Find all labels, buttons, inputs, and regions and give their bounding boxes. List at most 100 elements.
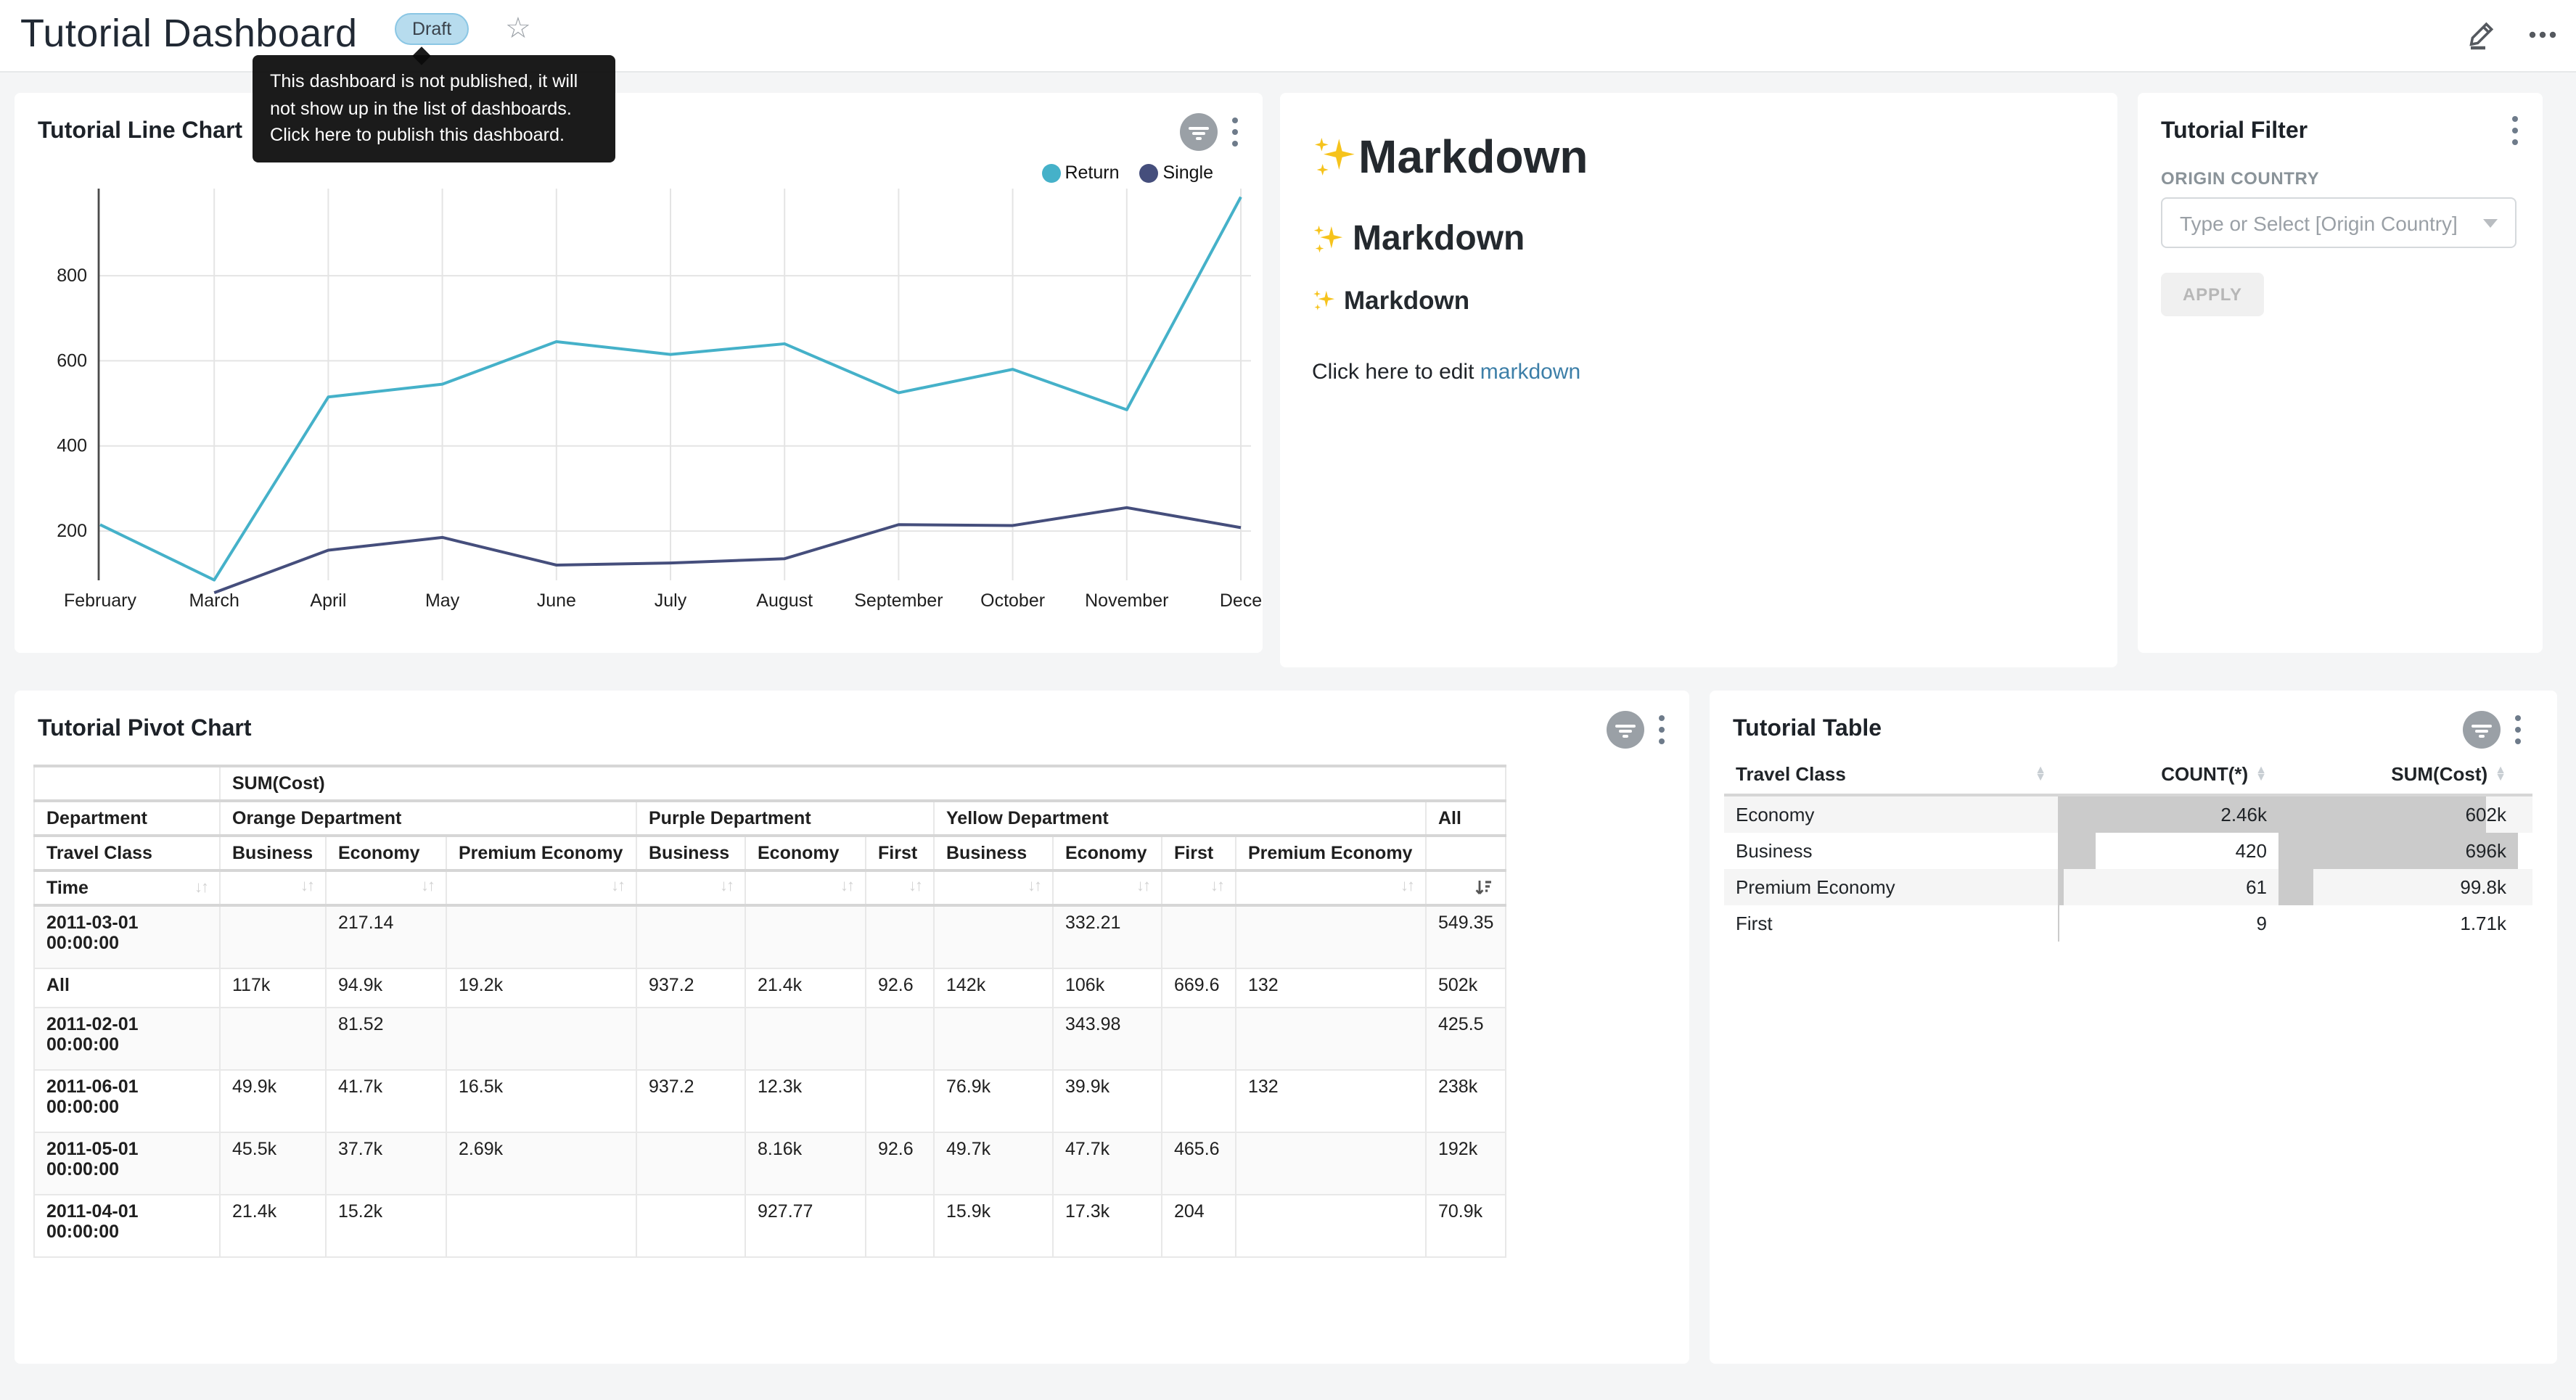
table-header-sum-cost[interactable]: SUM(Cost)▲▼ [2278, 756, 2518, 794]
pivot-value-cell: 502k [1426, 968, 1506, 1007]
pivot-value-cell [866, 905, 934, 968]
legend-label: Return [1065, 162, 1119, 183]
pivot-sort-header[interactable] [1426, 870, 1506, 905]
apply-button[interactable]: APPLY [2161, 273, 2264, 316]
panel-markdown: Markdown Markdown Markdown [1280, 93, 2117, 667]
pivot-value-cell: 937.2 [636, 1069, 745, 1132]
pivot-value-cell: 332.21 [1053, 905, 1162, 968]
line-chart[interactable]: 200400600800FebruaryMarchAprilMayJuneJul… [15, 180, 1263, 630]
pivot-value-cell [1162, 1069, 1236, 1132]
x-axis-tick-label: April [310, 590, 346, 611]
sort-icon[interactable]: ↓↑ [1210, 878, 1223, 895]
pivot-value-cell: 39.9k [1053, 1069, 1162, 1132]
pivot-value-cell: 117k [220, 968, 326, 1007]
pivot-value-cell [934, 905, 1053, 968]
x-axis-tick-label: August [756, 590, 813, 611]
publish-tooltip: This dashboard is not published, it will… [253, 55, 615, 162]
pivot-sort-header[interactable]: ↓↑ [1162, 870, 1236, 905]
table-header-travel-class[interactable]: Travel Class▲▼ [1724, 756, 2058, 794]
pivot-measure-header: SUM(Cost) [220, 766, 1506, 801]
sort-icon[interactable]: ↓↑ [611, 878, 624, 895]
filter-kebab-menu-icon[interactable] [2511, 113, 2519, 148]
cross-filter-icon[interactable] [1607, 711, 1644, 749]
x-axis-tick-label: March [189, 590, 239, 611]
pivot-row: 2011-02-01 00:00:0081.52343.98425.5 [34, 1007, 1506, 1069]
pivot-value-cell: 204 [1162, 1194, 1236, 1256]
origin-country-select[interactable]: Type or Select [Origin Country] [2161, 197, 2516, 248]
table-value-cell: 61 [2058, 869, 2278, 905]
sort-icon[interactable]: ↓↑ [1400, 878, 1414, 895]
pivot-value-cell: 41.7k [326, 1069, 446, 1132]
sort-descending-icon [1474, 878, 1493, 897]
pivot-group-header: All [1426, 801, 1506, 836]
pivot-sort-header[interactable]: ↓↑ [1236, 870, 1426, 905]
pivot-row: 2011-05-01 00:00:0045.5k37.7k2.69k8.16k9… [34, 1132, 1506, 1194]
sort-icon[interactable]: ↓↑ [1136, 878, 1149, 895]
pivot-value-cell [745, 1007, 866, 1069]
pivot-sort-header[interactable]: ↓↑ [934, 870, 1053, 905]
sort-icon[interactable]: ↓↑ [840, 878, 853, 895]
table-value-cell: 2.46k [2058, 796, 2278, 833]
pivot-row: 2011-06-01 00:00:0049.9k41.7k16.5k937.21… [34, 1069, 1506, 1132]
sparkles-icon [1312, 133, 1358, 182]
pivot-sort-header[interactable]: ↓↑ [636, 870, 745, 905]
pivot-value-cell: 927.77 [745, 1194, 866, 1256]
pivot-sort-header[interactable]: ↓↑ [866, 870, 934, 905]
legend-item[interactable]: Return [1041, 162, 1119, 183]
pivot-value-cell: 937.2 [636, 968, 745, 1007]
x-axis-tick-label: February [64, 590, 137, 611]
pivot-value-cell: 8.16k [745, 1132, 866, 1194]
pivot-value-cell [220, 1007, 326, 1069]
chart-kebab-menu-icon[interactable] [1657, 712, 1666, 747]
pivot-value-cell [1236, 1194, 1426, 1256]
cell-bar [2058, 905, 2059, 942]
sort-icon[interactable]: ↓↑ [1027, 878, 1041, 895]
draft-badge[interactable]: Draft [395, 13, 469, 45]
pivot-sort-header[interactable]: ↓↑ [1053, 870, 1162, 905]
pivot-row: 2011-03-01 00:00:00217.14332.21549.35 [34, 905, 1506, 968]
chart-kebab-menu-icon[interactable] [1231, 115, 1239, 149]
cross-filter-icon[interactable] [2463, 711, 2501, 749]
pivot-sort-header[interactable]: ↓↑ [220, 870, 326, 905]
pivot-value-cell [866, 1069, 934, 1132]
pivot-sort-header[interactable]: ↓↑ [326, 870, 446, 905]
pivot-value-cell: 142k [934, 968, 1053, 1007]
pivot-class-header: First [866, 836, 934, 870]
pivot-dimension-header: Department [34, 801, 220, 836]
pivot-value-cell [934, 1007, 1053, 1069]
sort-icon[interactable]: ↓↑ [908, 878, 922, 895]
markdown-h1: Markdown [1312, 131, 2085, 184]
table-row: First91.71k [1724, 905, 2532, 942]
pivot-class-header: Business [220, 836, 326, 870]
pivot-value-cell [220, 905, 326, 968]
sort-icon[interactable]: ↓↑ [194, 879, 208, 897]
table-row-label: Business [1724, 833, 2058, 869]
pivot-class-header: Economy [326, 836, 446, 870]
table-row: Premium Economy6199.8k [1724, 869, 2532, 905]
pivot-value-cell: 15.9k [934, 1194, 1053, 1256]
edit-markdown-link[interactable]: markdown [1480, 360, 1580, 384]
pivot-value-cell: 47.7k [1053, 1132, 1162, 1194]
pivot-value-cell: 192k [1426, 1132, 1506, 1194]
sort-icon[interactable]: ↓↑ [300, 878, 313, 895]
cross-filter-icon[interactable] [1180, 113, 1218, 151]
legend-item[interactable]: Single [1140, 162, 1214, 183]
table-header-count[interactable]: COUNT(*)▲▼ [2058, 756, 2278, 794]
pivot-sort-header[interactable]: Time↓↑ [34, 870, 220, 905]
edit-dashboard-button[interactable] [2461, 15, 2502, 55]
markdown-h3: Markdown [1312, 286, 2085, 316]
y-axis-tick-label: 800 [57, 265, 87, 286]
sort-icon[interactable]: ↓↑ [720, 878, 733, 895]
sort-icon[interactable]: ↓↑ [421, 878, 434, 895]
pivot-value-cell: 19.2k [446, 968, 636, 1007]
pivot-sort-header[interactable]: ↓↑ [745, 870, 866, 905]
more-actions-button[interactable] [2522, 15, 2563, 55]
pivot-value-cell [636, 1132, 745, 1194]
favorite-star-icon[interactable]: ☆ [505, 10, 531, 46]
pivot-row-label: 2011-05-01 00:00:00 [34, 1132, 220, 1194]
table-title: Tutorial Table [1733, 717, 1882, 743]
y-axis-tick-label: 200 [57, 521, 87, 541]
chart-kebab-menu-icon[interactable] [2514, 712, 2522, 747]
pivot-sort-header[interactable]: ↓↑ [446, 870, 636, 905]
pivot-value-cell: 21.4k [745, 968, 866, 1007]
